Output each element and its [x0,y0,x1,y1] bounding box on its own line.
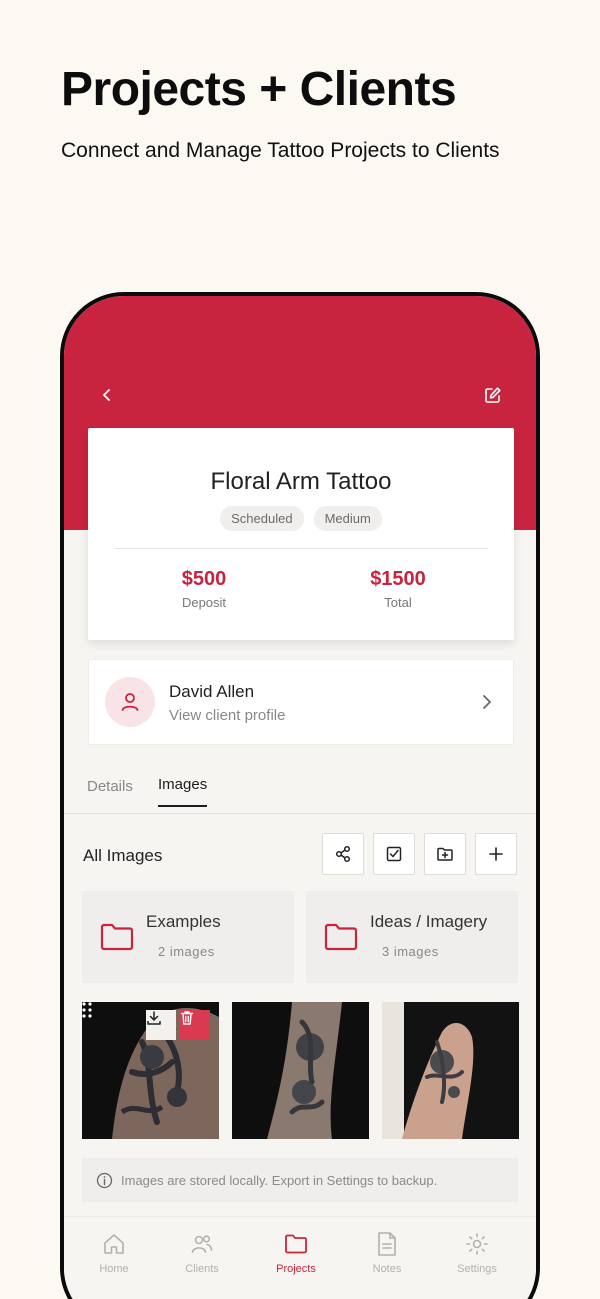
tab-details[interactable]: Details [87,778,133,807]
promo-headline: Projects + Clients [61,63,457,116]
nav-settings[interactable]: Settings [437,1231,517,1275]
nav-label: Home [99,1263,129,1275]
client-subtitle: View client profile [169,707,286,724]
select-button[interactable] [373,833,415,875]
info-icon [96,1172,113,1189]
project-title: Floral Arm Tattoo [210,468,392,495]
nav-clients[interactable]: Clients [162,1231,242,1275]
notes-icon [378,1232,396,1256]
image-thumbnail[interactable] [232,1002,369,1139]
share-icon [335,845,351,863]
select-icon [386,846,402,862]
client-name: David Allen [169,682,255,701]
add-image-button[interactable] [475,833,517,875]
folder-icon [100,923,134,951]
client-profile-link[interactable]: David Allen View client profile [88,659,514,745]
project-tags: Scheduled Medium [88,506,514,531]
folder-count: 2 images [158,944,215,959]
nav-label: Projects [276,1263,316,1275]
back-button[interactable] [96,384,118,406]
drag-handle-icon[interactable] [82,1002,92,1018]
folder-count: 3 images [382,944,439,959]
home-icon [104,1234,124,1254]
tattoo-photo [382,1002,474,1139]
folder-ideas-imagery[interactable]: Ideas / Imagery 3 images [306,891,518,983]
folder-icon [324,923,358,951]
folder-name: Ideas / Imagery [370,912,488,931]
edit-button[interactable] [482,384,504,406]
deposit-value: $500 [181,568,227,590]
deposit-label: Deposit [181,595,227,610]
bottom-navigation: Home Clients Projects Notes Settings [64,1216,536,1299]
divider [114,548,488,549]
nav-notes[interactable]: Notes [347,1231,427,1275]
download-button[interactable] [146,1010,176,1040]
storage-info-banner: Images are stored locally. Export in Set… [82,1158,518,1202]
edit-icon [485,387,501,403]
project-summary-card: Floral Arm Tattoo Scheduled Medium $500 … [88,428,514,640]
nav-home[interactable]: Home [74,1231,154,1275]
status-badge: Scheduled [220,506,304,531]
tab-bar: Details Images [64,764,536,814]
folder-name: Examples [146,912,221,931]
nav-label: Settings [457,1263,497,1275]
size-badge: Medium [313,506,382,531]
image-thumbnail[interactable] [382,1002,519,1139]
image-thumbnail[interactable] [82,1002,219,1139]
nav-projects[interactable]: Projects [256,1231,336,1275]
chevron-right-icon [483,695,491,709]
total-value: $1500 [370,568,426,590]
total-label: Total [384,595,412,610]
new-folder-icon [437,847,453,861]
add-icon [489,847,503,861]
info-text: Images are stored locally. Export in Set… [121,1172,438,1188]
download-icon [147,1011,161,1025]
tattoo-photo [267,1002,342,1139]
folder-examples[interactable]: Examples 2 images [82,891,294,983]
phone-frame: Floral Arm Tattoo Scheduled Medium $500 … [60,292,540,1299]
clients-icon [191,1235,213,1253]
avatar [105,677,155,727]
total-amount: $1500 Total [328,568,468,610]
chevron-left-icon [103,389,110,401]
nav-label: Notes [372,1263,402,1275]
nav-label: Clients [185,1263,219,1275]
delete-button[interactable] [180,1010,210,1040]
folder-icon [285,1234,307,1254]
trash-icon [180,1011,194,1025]
settings-icon [466,1233,488,1255]
images-heading: All Images [83,846,163,865]
share-button[interactable] [322,833,364,875]
new-folder-button[interactable] [424,833,466,875]
user-icon [121,693,139,711]
tab-images[interactable]: Images [158,776,208,807]
promo-subheadline: Connect and Manage Tattoo Projects to Cl… [61,139,500,162]
deposit-amount: $500 Deposit [134,568,274,610]
